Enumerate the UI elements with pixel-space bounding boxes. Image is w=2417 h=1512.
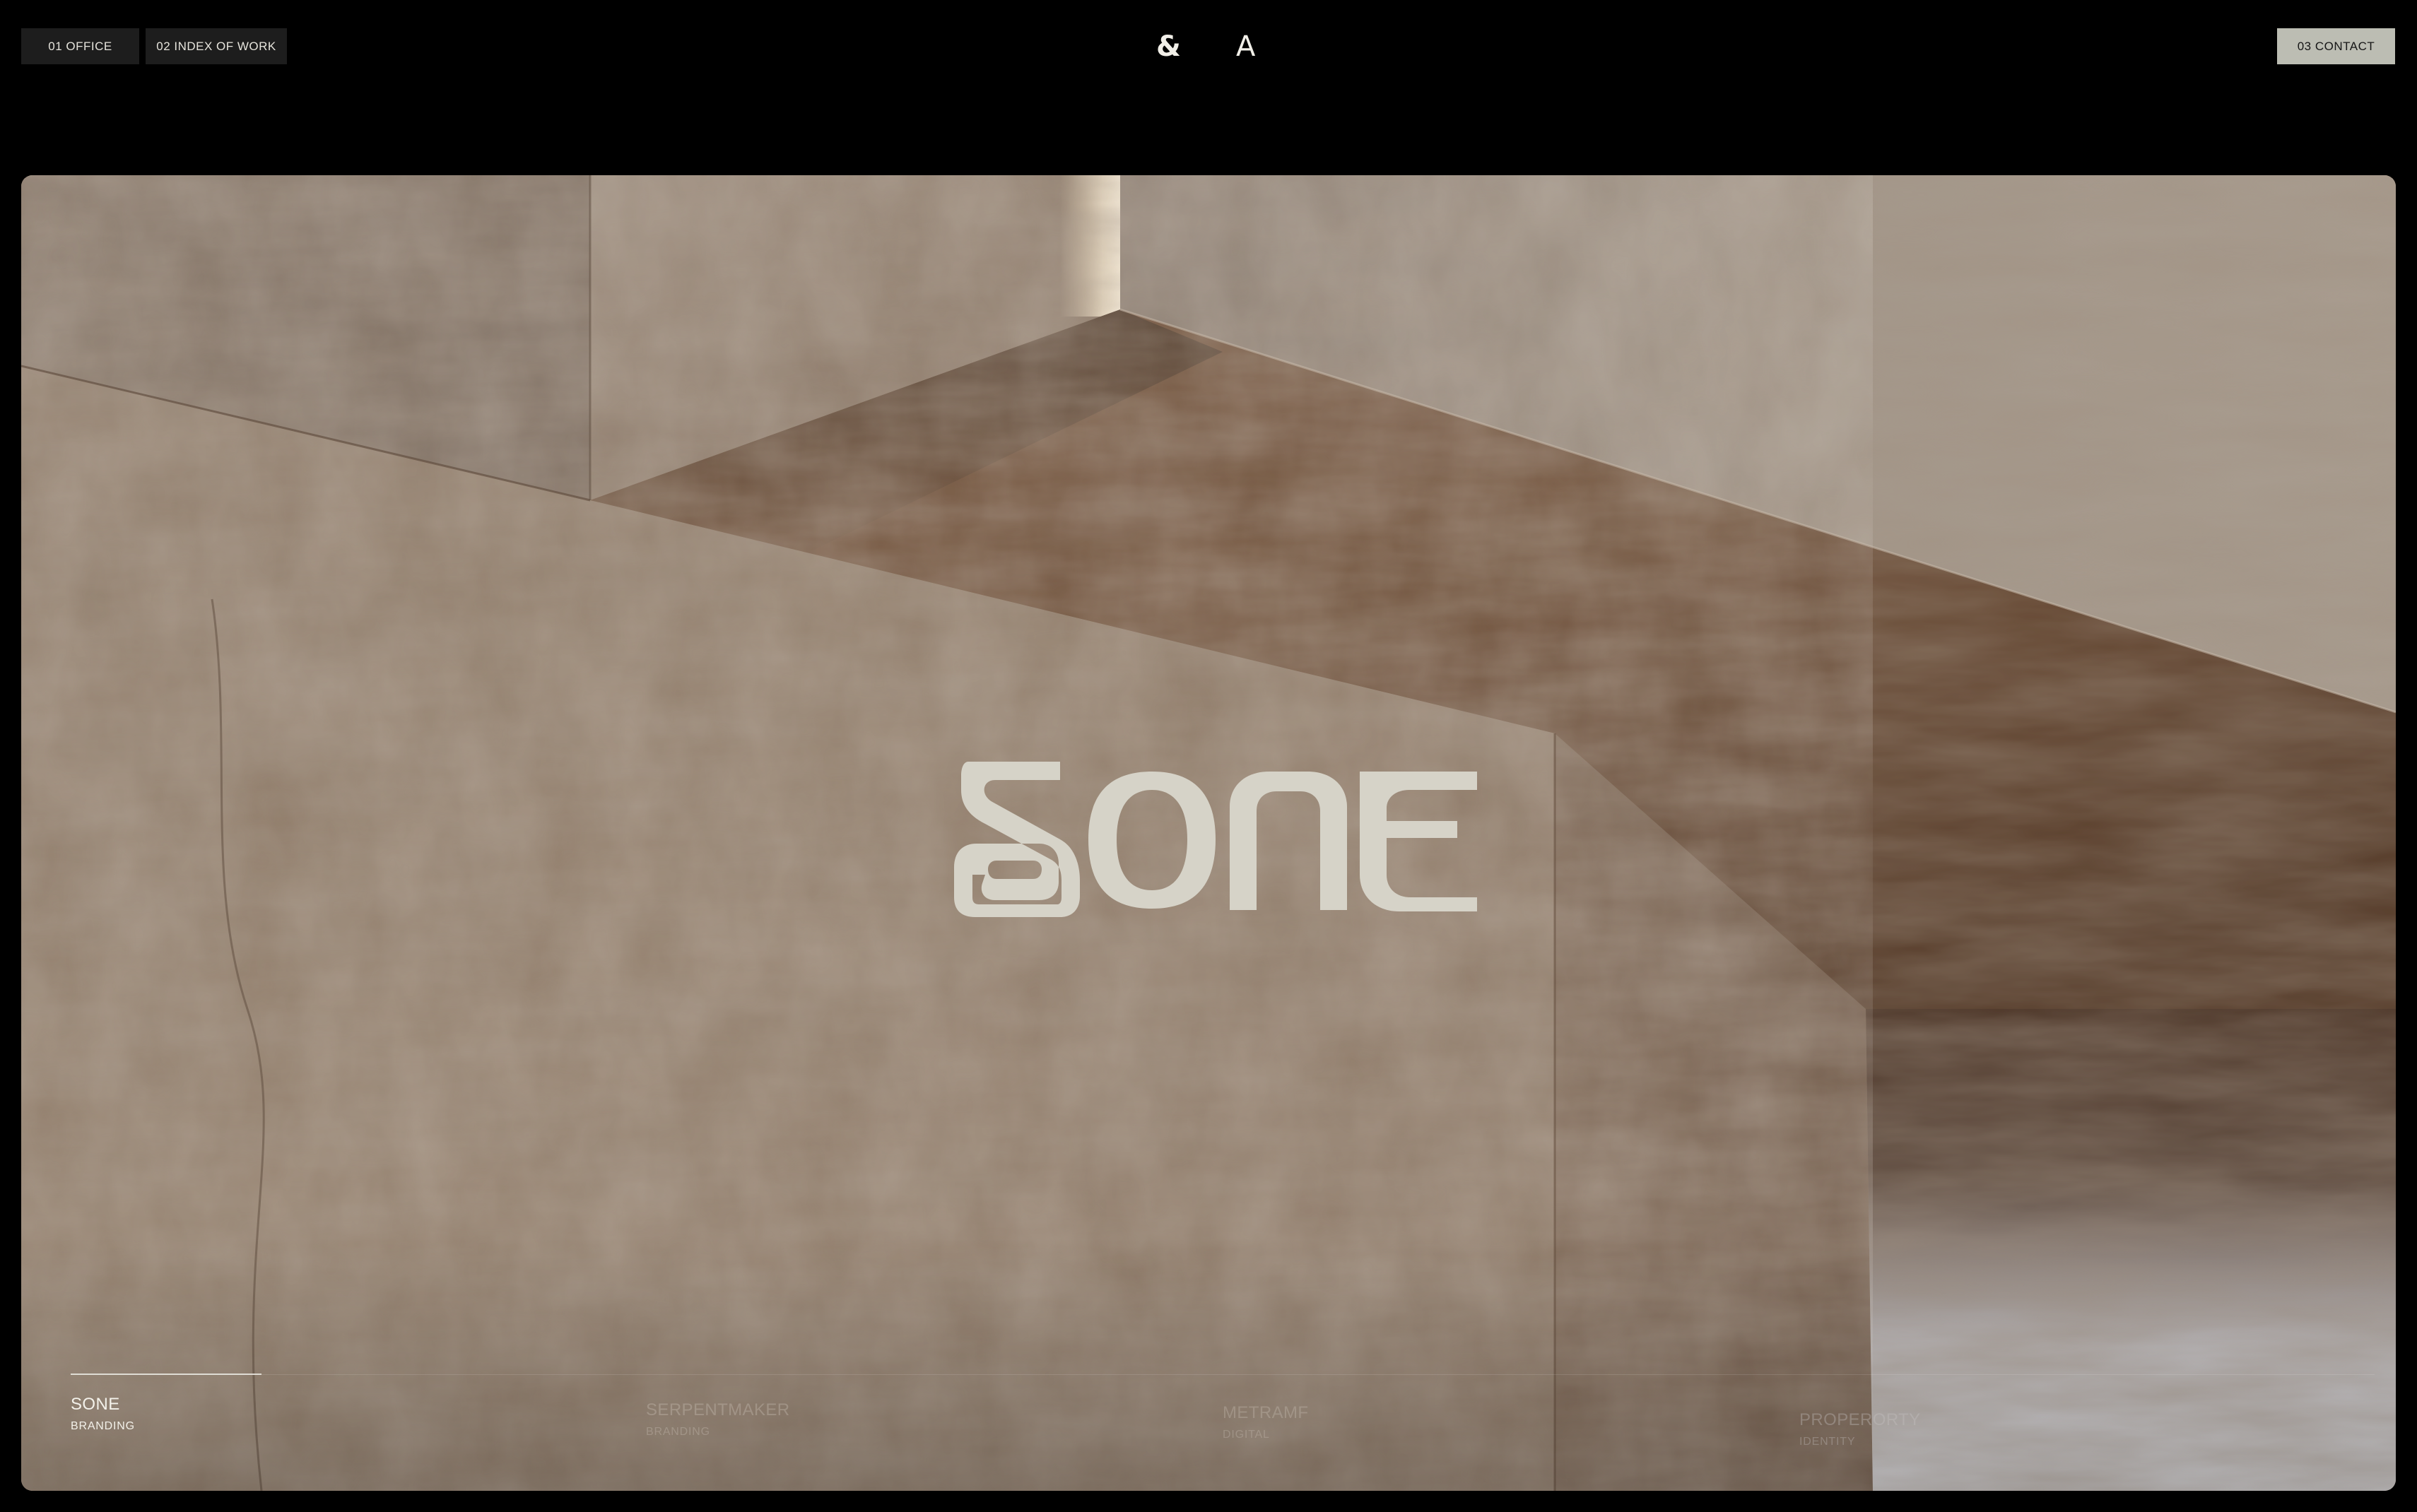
sone-wordmark-logo	[954, 762, 1477, 917]
project-category: BRANDING	[71, 1420, 135, 1432]
hero-image[interactable]: SONE BRANDING SERPENTMAKER BRANDING METR…	[21, 175, 2396, 1491]
project-category: DIGITAL	[1223, 1429, 1270, 1441]
project-category: BRANDING	[646, 1426, 710, 1438]
project-name: SERPENTMAKER	[646, 1400, 790, 1419]
logo-ampersand[interactable]: &	[1156, 27, 1181, 66]
nav-office-button[interactable]: 01 OFFICE	[21, 28, 139, 64]
project-progress-line	[71, 1374, 261, 1375]
project-name: SONE	[71, 1395, 120, 1414]
project-item-sone[interactable]: SONE BRANDING	[71, 1395, 135, 1433]
project-carousel: SONE BRANDING SERPENTMAKER BRANDING METR…	[21, 1374, 2396, 1489]
project-item-serpentmaker[interactable]: SERPENTMAKER BRANDING	[646, 1400, 790, 1439]
nav-index-of-work-button[interactable]: 02 INDEX OF WORK	[146, 28, 287, 64]
project-divider-line	[261, 1374, 2375, 1375]
page: 01 OFFICE 02 INDEX OF WORK & A 03 CONTAC…	[0, 0, 2417, 1512]
project-name: PROPERORTY	[1799, 1410, 1921, 1429]
project-name: METRAMF	[1223, 1403, 1309, 1422]
nav-contact-button[interactable]: 03 CONTACT	[2277, 28, 2395, 64]
logo-letter-a[interactable]: A	[1236, 27, 1255, 66]
project-item-properorty[interactable]: PROPERORTY IDENTITY	[1799, 1410, 1921, 1448]
project-category: IDENTITY	[1799, 1436, 1856, 1448]
project-item-metramf[interactable]: METRAMF DIGITAL	[1223, 1403, 1308, 1441]
